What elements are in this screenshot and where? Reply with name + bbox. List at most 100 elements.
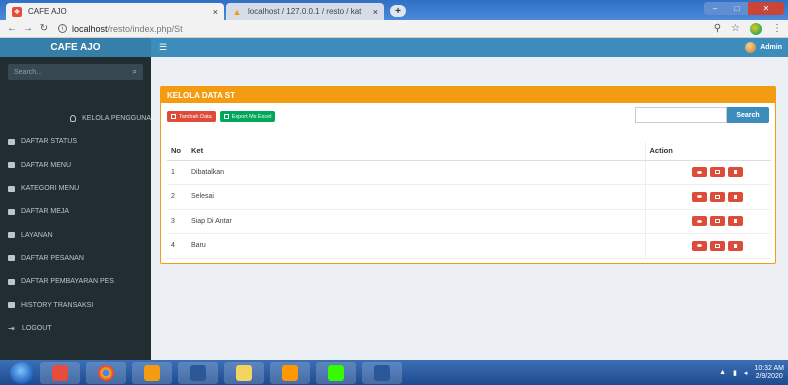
edit-icon xyxy=(715,194,720,199)
sidebar-search-input[interactable]: Search... ⌕ xyxy=(8,64,143,80)
browser-menu-icon[interactable]: ⋮ xyxy=(772,23,782,34)
sidebar-toggle-icon[interactable]: ☰ xyxy=(159,42,167,53)
table-icon xyxy=(171,114,176,119)
edit-button[interactable] xyxy=(710,240,725,251)
edit-icon xyxy=(715,170,720,175)
info-icon[interactable]: i xyxy=(58,24,67,33)
url-field[interactable]: i localhost/resto/index.php/St xyxy=(58,24,183,34)
cell-no: 3 xyxy=(167,209,187,234)
view-button[interactable] xyxy=(692,167,707,178)
view-button[interactable] xyxy=(692,216,707,227)
sidebar-item-daftar-pembayaran[interactable]: DAFTAR PEMBAYARAN PES xyxy=(0,270,151,293)
delete-button[interactable] xyxy=(728,216,743,227)
network-icon[interactable]: ▮ xyxy=(733,369,737,377)
maximize-icon[interactable]: □ xyxy=(726,2,748,15)
browser-tab-phpmyadmin[interactable]: ▲ localhost / 127.0.0.1 / resto / kat × xyxy=(226,3,384,20)
taskbar-app-laravel[interactable] xyxy=(40,361,80,384)
taskbar-app-sublime[interactable] xyxy=(270,361,310,384)
browser-tab-cafe-ajo[interactable]: ❖ CAFE AJO × xyxy=(6,3,224,20)
sidebar-item-label: DAFTAR MENU xyxy=(21,161,72,169)
taskbar-app-chrome[interactable] xyxy=(86,361,126,384)
sidebar-menu: KELOLA PENGGUNA DAFTAR STATUS DAFTAR MEN… xyxy=(0,107,151,340)
sidebar-item-daftar-pesanan[interactable]: DAFTAR PESANAN xyxy=(0,247,151,270)
brand-logo[interactable]: CAFE AJO xyxy=(0,38,151,57)
zoom-icon[interactable]: ⚲ xyxy=(714,23,721,34)
cell-ket: Selesai xyxy=(187,184,645,210)
app-favicon-icon: ❖ xyxy=(12,6,22,17)
bookmark-star-icon[interactable]: ☆ xyxy=(731,23,740,34)
sidebar-item-daftar-status[interactable]: DAFTAR STATUS xyxy=(0,130,151,153)
tray-expand-icon[interactable]: ▲ xyxy=(719,369,726,376)
clock[interactable]: 10:32 AM 2/9/2020 xyxy=(754,365,784,381)
top-navbar: ☰ Admin xyxy=(151,38,788,57)
table-header-row: No Ket Action xyxy=(167,142,771,161)
table-row: 4 Baru xyxy=(167,233,771,259)
volume-icon[interactable]: ◂ xyxy=(744,369,748,377)
search-icon[interactable]: ⌕ xyxy=(133,67,137,77)
taskbar-app-dreamweaver[interactable] xyxy=(316,361,356,384)
list-icon xyxy=(8,208,15,215)
sidebar-item-logout[interactable]: ⇥ LOGOUT xyxy=(0,317,151,340)
cell-ket: Siap Di Antar xyxy=(187,209,645,234)
export-excel-label: Export Ms Excel xyxy=(231,113,272,120)
avatar xyxy=(745,42,757,53)
view-button[interactable] xyxy=(692,240,707,251)
cell-action xyxy=(644,160,771,185)
taskbar-app-word[interactable] xyxy=(362,361,402,384)
close-tab-icon[interactable]: × xyxy=(213,7,218,17)
list-icon xyxy=(8,185,15,192)
header-no: No xyxy=(167,142,187,161)
sidebar-item-label: HISTORY TRANSAKSI xyxy=(21,301,94,309)
user-menu[interactable]: Admin xyxy=(745,42,782,53)
extension-icon[interactable] xyxy=(750,22,762,35)
url-path: /resto/index.php/St xyxy=(107,23,183,34)
reload-icon[interactable]: ↻ xyxy=(36,23,52,34)
eye-icon xyxy=(697,195,702,199)
dreamweaver-icon xyxy=(328,364,344,381)
sidebar-item-daftar-meja[interactable]: DAFTAR MEJA xyxy=(0,200,151,223)
delete-button[interactable] xyxy=(728,167,743,178)
forward-arrow-icon[interactable]: → xyxy=(20,23,36,34)
minimize-icon[interactable]: – xyxy=(704,2,726,15)
address-bar-actions: ⚲ ☆ ⋮ xyxy=(714,22,782,35)
search-button[interactable]: Search xyxy=(727,107,769,123)
sidebar-item-history-transaksi[interactable]: HISTORY TRANSAKSI xyxy=(0,293,151,316)
new-tab-button[interactable]: + xyxy=(390,5,406,17)
list-icon xyxy=(8,278,15,285)
xampp-icon xyxy=(144,364,160,381)
trash-icon xyxy=(734,219,737,224)
phpmyadmin-favicon-icon: ▲ xyxy=(232,6,242,17)
sidebar-item-daftar-menu[interactable]: DAFTAR MENU xyxy=(0,154,151,177)
edit-button[interactable] xyxy=(710,216,725,227)
status-table: No Ket Action 1 Dibatalkan 2 Selesai 3 S… xyxy=(167,142,771,259)
tab-title: CAFE AJO xyxy=(28,7,67,16)
start-button[interactable] xyxy=(10,361,34,384)
edit-button[interactable] xyxy=(710,167,725,178)
sidebar-item-label: DAFTAR PESANAN xyxy=(21,254,84,262)
system-tray: ▲ ▮ ◂ 10:32 AM 2/9/2020 xyxy=(719,365,784,381)
export-excel-button[interactable]: Export Ms Excel xyxy=(219,111,276,122)
taskbar-app-xampp[interactable] xyxy=(132,361,172,384)
search-input[interactable] xyxy=(635,107,727,123)
cell-action xyxy=(644,184,771,210)
header-action: Action xyxy=(644,142,771,161)
sidebar-item-kelola-pengguna[interactable]: KELOLA PENGGUNA xyxy=(0,107,151,130)
close-window-icon[interactable]: ✕ xyxy=(748,2,784,15)
visio-icon xyxy=(190,364,206,381)
delete-button[interactable] xyxy=(728,191,743,202)
taskbar-app-visio[interactable] xyxy=(178,361,218,384)
tab-title: localhost / 127.0.0.1 / resto / kat xyxy=(248,7,362,16)
add-data-button[interactable]: Tambah Data xyxy=(167,111,216,122)
cell-no: 2 xyxy=(167,184,187,210)
cell-action xyxy=(644,209,771,234)
back-arrow-icon[interactable]: ← xyxy=(4,23,20,34)
sidebar-item-kategori-menu[interactable]: KATEGORI MENU xyxy=(0,177,151,200)
edit-button[interactable] xyxy=(710,191,725,202)
folder-icon xyxy=(236,364,252,381)
view-button[interactable] xyxy=(692,191,707,202)
close-tab-icon[interactable]: × xyxy=(373,7,378,17)
delete-button[interactable] xyxy=(728,240,743,251)
sidebar-item-layanan[interactable]: LAYANAN xyxy=(0,223,151,246)
taskbar-app-explorer[interactable] xyxy=(224,361,264,384)
header-ket: Ket xyxy=(187,142,645,161)
